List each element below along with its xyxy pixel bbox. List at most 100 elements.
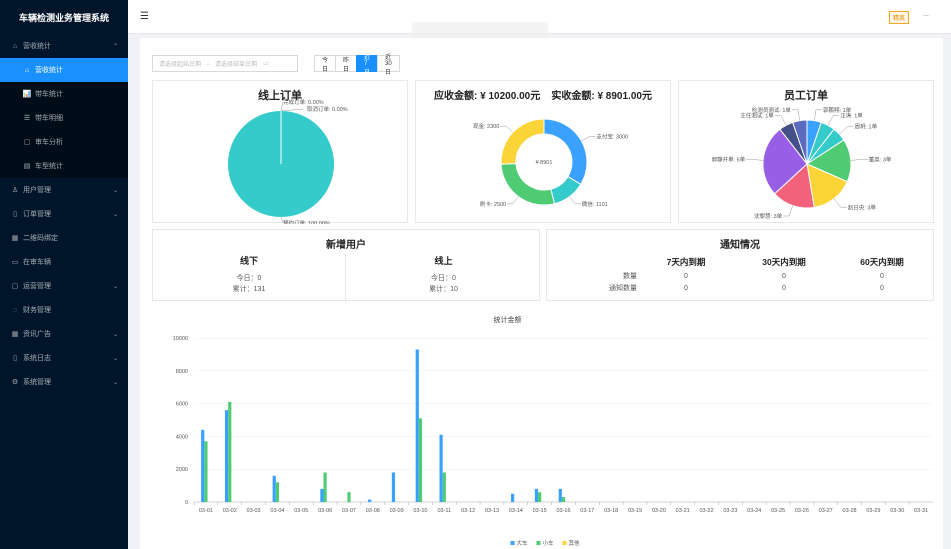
- new-users-card: 新增用户 线下 今日：0 累计：131 线上 今日：0 累计：10: [152, 229, 540, 301]
- x-tick-label: 03-16: [556, 508, 570, 514]
- bar[interactable]: [275, 482, 280, 502]
- bar[interactable]: [204, 441, 208, 502]
- bar[interactable]: [391, 472, 396, 502]
- sidebar-subitem-2[interactable]: ☰ 带车明细: [0, 106, 128, 130]
- bar[interactable]: [228, 401, 232, 502]
- online-orders-pie: 完成订单: 0.00%取消订单: 0.00% 预约订单: 100.00%: [228, 98, 348, 224]
- sidebar-item-label: 系统日志: [23, 355, 51, 362]
- offline-users: 线下 今日：0 累计：131: [153, 254, 346, 301]
- notif-header-cell: 30天内到期: [762, 257, 806, 267]
- dashboard-content: 请选择起始日期 → 请选择结束日期 ▭ 今日 昨日 近7日 近30日 线上订单 完成订…: [140, 38, 943, 549]
- online-title: 线上: [434, 256, 453, 266]
- pie-slice[interactable]: [500, 162, 556, 206]
- notifications-card: 通知情况 7天内到期 30天内到期 60天内到期 数量 0 0 0 通知数量 0 0 0: [546, 229, 934, 301]
- bar[interactable]: [538, 492, 542, 502]
- sidebar-menu: ⌂ 营收统计 ⌃ ⌂ 营收统计 📊 带车统计 ☰ 带车明细 ▢ 审车分析 ▤ 车型统计 ♙ 用户管理 ⌄ ▯ 订单…: [0, 34, 128, 394]
- bar[interactable]: [442, 472, 446, 502]
- sidebar-item-0[interactable]: ⌂ 营收统计 ⌃: [0, 34, 128, 58]
- sidebar-item-8[interactable]: ▯ 系统日志 ⌄: [0, 346, 128, 370]
- sidebar-subitem-3[interactable]: ▢ 审车分析: [0, 130, 128, 154]
- bar[interactable]: [511, 493, 515, 502]
- legend-swatch[interactable]: [536, 541, 541, 545]
- pie-label-line: [850, 159, 868, 161]
- x-tick-label: 03-06: [318, 508, 332, 514]
- sidebar-subitem-icon: ⌂: [24, 66, 30, 74]
- tab-range-1[interactable]: 昨日: [335, 55, 358, 73]
- sidebar-subitem-4[interactable]: ▤ 车型统计: [0, 154, 128, 178]
- legend-label[interactable]: 大车: [517, 539, 529, 547]
- bar[interactable]: [367, 499, 372, 502]
- legend-label[interactable]: 其他: [569, 539, 581, 547]
- menu-fold-icon[interactable]: ☰: [140, 11, 149, 22]
- sidebar-submenu: ⌂ 营收统计 📊 带车统计 ☰ 带车明细 ▢ 审车分析 ▤ 车型统计: [0, 58, 128, 178]
- sidebar-item-icon: ▯: [13, 211, 17, 218]
- y-tick-label: 10000: [173, 336, 188, 342]
- bar[interactable]: [534, 488, 539, 502]
- bar[interactable]: [320, 488, 324, 502]
- sidebar-item-icon: ◌: [12, 306, 18, 314]
- bar[interactable]: [224, 410, 229, 502]
- sidebar-item-7[interactable]: ▦ 资讯广告 ⌄: [0, 322, 128, 346]
- bar[interactable]: [347, 492, 351, 502]
- bar[interactable]: [201, 429, 205, 502]
- x-tick-label: 03-27: [819, 508, 833, 514]
- bar[interactable]: [418, 418, 423, 502]
- tab-range-0[interactable]: 今日: [314, 55, 337, 73]
- notifications-table: 7天内到期 30天内到期 60天内到期 数量 0 0 0 通知数量 0 0 0: [547, 254, 933, 294]
- sidebar-item-label: 系统管理: [23, 379, 51, 386]
- notif-row: 数量 0 0 0: [547, 270, 933, 282]
- bar[interactable]: [561, 497, 566, 502]
- x-tick-label: 03-21: [676, 508, 690, 514]
- bar[interactable]: [439, 434, 443, 502]
- sidebar-item-icon: ♙: [11, 187, 19, 194]
- x-tick-label: 03-25: [771, 508, 785, 514]
- x-tick-label: 03-01: [199, 508, 213, 514]
- online-orders-card: 线上订单 完成订单: 0.00% 取消订单: 0.00% 预约订单: 100.00%: [152, 80, 408, 224]
- bar[interactable]: [272, 475, 276, 502]
- amount-card: 应收金额: ¥ 10200.00元 实收金额: ¥ 8901.00元 支付宝: …: [415, 80, 671, 223]
- x-tick-label: 03-03: [247, 508, 261, 514]
- pie-slice[interactable]: [500, 118, 545, 165]
- legend-swatch[interactable]: [510, 541, 515, 545]
- sidebar-subitem-icon: ▢: [23, 139, 31, 146]
- sidebar-item-4[interactable]: ▭ 在审车辆: [0, 250, 128, 274]
- sidebar-item-6[interactable]: ◌ 财务管理: [0, 298, 128, 322]
- bar[interactable]: [558, 488, 562, 502]
- sidebar-item-label: 订单管理: [23, 211, 51, 218]
- chevron-icon: ⌃: [112, 43, 118, 50]
- app-title: 车辆检测业务管理系统: [18, 12, 109, 23]
- pie-label: 刷卡: 2500: [480, 200, 506, 208]
- notifications-title: 通知情况: [720, 240, 760, 251]
- bar[interactable]: [415, 349, 419, 502]
- quick-range-tabs: 今日 昨日 近7日 近30日: [314, 55, 400, 76]
- end-date-input[interactable]: 请选择结束日期: [215, 59, 257, 68]
- sidebar-subitem-0[interactable]: ⌂ 营收统计: [0, 58, 128, 82]
- sidebar-item-label: 二维码绑定: [23, 235, 58, 242]
- tab-range-3[interactable]: 近30日: [377, 55, 400, 76]
- legend-swatch[interactable]: [562, 541, 567, 545]
- user-menu[interactable]: ...: [923, 11, 929, 18]
- sidebar-item-label: 用户管理: [23, 187, 51, 194]
- sidebar-item-1[interactable]: ♙ 用户管理 ⌄: [0, 178, 128, 202]
- y-tick-label: 8000: [176, 369, 188, 375]
- pie-slice[interactable]: [543, 118, 588, 186]
- x-tick-label: 03-15: [533, 508, 547, 514]
- date-range-picker[interactable]: 请选择起始日期 → 请选择结束日期 ▭: [152, 55, 298, 72]
- x-tick-label: 03-04: [270, 508, 284, 514]
- bar[interactable]: [323, 472, 327, 502]
- x-tick-label: 03-12: [461, 508, 475, 514]
- sidebar-item-5[interactable]: ▢ 运营管理 ⌄: [0, 274, 128, 298]
- sidebar-item-9[interactable]: ⚙ 系统管理 ⌄: [0, 370, 128, 394]
- sidebar-item-2[interactable]: ▯ 订单管理 ⌄: [0, 202, 128, 226]
- sidebar-subitem-1[interactable]: 📊 带车统计: [0, 82, 128, 106]
- sidebar-item-3[interactable]: ▦ 二维码绑定: [0, 226, 128, 250]
- y-tick-label: 2000: [176, 467, 188, 473]
- start-date-input[interactable]: 请选择起始日期: [159, 59, 201, 68]
- pie-label: 微信: 1101: [582, 200, 608, 208]
- x-tick-label: 03-09: [390, 508, 404, 514]
- chevron-icon: ⌄: [112, 211, 118, 218]
- tab-range-2[interactable]: 近7日: [356, 55, 379, 76]
- legend-label[interactable]: 小车: [543, 539, 555, 547]
- top-header: ☰ 精英 ...: [128, 0, 951, 46]
- user-badge: 精英: [888, 11, 909, 24]
